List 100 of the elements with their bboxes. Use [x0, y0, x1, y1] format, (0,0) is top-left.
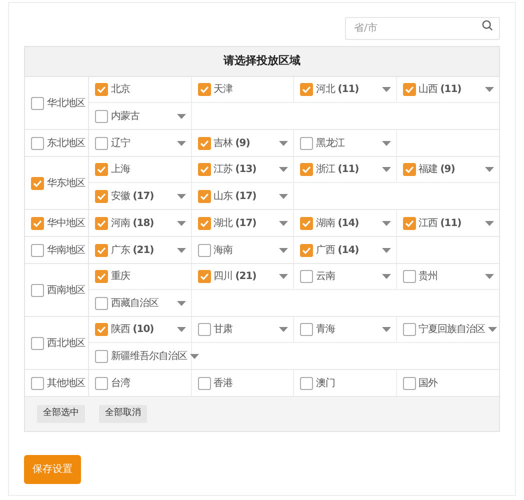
- province-label: 海南: [214, 244, 234, 258]
- region-label: 华南地区: [47, 244, 85, 258]
- province-label: 江西 (11): [418, 216, 462, 230]
- caret-icon[interactable]: [382, 248, 390, 252]
- caret-icon[interactable]: [382, 167, 390, 172]
- checkbox[interactable]: [31, 244, 44, 256]
- checkbox[interactable]: [402, 376, 416, 390]
- checkbox[interactable]: [402, 270, 416, 283]
- province-label: 内蒙古: [111, 110, 141, 124]
- caret-icon[interactable]: [190, 354, 199, 358]
- caret-icon[interactable]: [382, 87, 390, 92]
- region-label: 其他地区: [47, 376, 85, 390]
- checkbox[interactable]: [31, 376, 44, 390]
- caret-icon[interactable]: [176, 327, 186, 332]
- checkbox[interactable]: [300, 216, 313, 230]
- province-label: 安徽 (17): [111, 190, 155, 204]
- caret-icon[interactable]: [279, 194, 288, 198]
- checkbox[interactable]: [31, 136, 44, 150]
- select-button[interactable]: 全部取消: [99, 405, 147, 423]
- checkbox[interactable]: [402, 163, 416, 176]
- checkbox[interactable]: [300, 376, 313, 390]
- caret-icon[interactable]: [382, 140, 390, 146]
- caret-icon[interactable]: [176, 300, 186, 306]
- checkbox[interactable]: [198, 244, 210, 256]
- checkbox[interactable]: [300, 270, 313, 283]
- checkbox[interactable]: [402, 83, 416, 96]
- caret-icon[interactable]: [279, 274, 288, 279]
- checkbox[interactable]: [31, 336, 44, 350]
- caret-icon[interactable]: [485, 87, 494, 92]
- caret-icon[interactable]: [176, 114, 186, 118]
- caret-icon[interactable]: [485, 220, 494, 226]
- region-label: 华东地区: [47, 176, 85, 190]
- search-field[interactable]: 省/市: [345, 17, 500, 40]
- caret-icon[interactable]: [279, 167, 288, 172]
- checkbox[interactable]: [95, 244, 108, 256]
- province-label: 黑龙江: [316, 136, 346, 150]
- province-label: 广西 (14): [316, 244, 360, 258]
- caret-icon[interactable]: [176, 248, 186, 252]
- checkbox[interactable]: [95, 136, 108, 150]
- checkbox[interactable]: [198, 270, 210, 283]
- search-icon[interactable]: [482, 20, 493, 31]
- select-button[interactable]: 全部选中: [37, 405, 85, 423]
- checkbox[interactable]: [31, 96, 44, 110]
- checkbox[interactable]: [198, 216, 210, 230]
- caret-icon[interactable]: [279, 327, 288, 332]
- province-label: 吉林 (9): [214, 136, 251, 150]
- province-label: 浙江 (11): [316, 162, 360, 177]
- checkbox[interactable]: [300, 323, 313, 336]
- checkbox[interactable]: [95, 270, 108, 283]
- checkbox[interactable]: [95, 163, 108, 176]
- caret-icon[interactable]: [382, 220, 390, 226]
- province-label: 四川 (21): [214, 270, 258, 284]
- checkbox[interactable]: [198, 376, 210, 390]
- checkbox[interactable]: [300, 163, 313, 176]
- checkbox[interactable]: [198, 190, 210, 202]
- province-label: 湖南 (14): [316, 216, 360, 230]
- checkbox[interactable]: [402, 323, 416, 336]
- caret-icon[interactable]: [485, 167, 494, 172]
- checkbox[interactable]: [95, 323, 108, 336]
- checkbox[interactable]: [31, 176, 44, 190]
- checkbox[interactable]: [402, 216, 416, 230]
- province-label: 青海: [316, 322, 336, 337]
- caret-icon[interactable]: [176, 194, 186, 198]
- checkbox[interactable]: [31, 216, 44, 230]
- checkbox[interactable]: [95, 350, 108, 362]
- province-label: 国外: [418, 376, 439, 390]
- province-label: 香港: [214, 376, 234, 390]
- checkbox[interactable]: [198, 136, 210, 150]
- checkbox[interactable]: [198, 323, 210, 336]
- caret-icon[interactable]: [485, 274, 494, 279]
- province-label: 云南: [316, 270, 336, 284]
- province-label: 贵州: [418, 270, 438, 284]
- province-label: 北京: [111, 82, 131, 97]
- region-label: 东北地区: [47, 136, 85, 150]
- checkbox[interactable]: [300, 244, 313, 256]
- caret-icon[interactable]: [176, 140, 186, 146]
- caret-icon[interactable]: [279, 140, 288, 146]
- region-label: 西北地区: [47, 336, 85, 350]
- checkbox[interactable]: [198, 163, 210, 176]
- checkbox[interactable]: [300, 136, 313, 150]
- caret-icon[interactable]: [488, 327, 497, 332]
- province-label: 辽宁: [111, 136, 131, 150]
- caret-icon[interactable]: [279, 248, 288, 252]
- checkbox[interactable]: [95, 110, 108, 122]
- checkbox[interactable]: [95, 83, 108, 96]
- checkbox[interactable]: [95, 190, 108, 202]
- province-label: 澳门: [316, 376, 336, 390]
- province-label: 广东 (21): [111, 244, 155, 258]
- checkbox[interactable]: [95, 216, 108, 230]
- caret-icon[interactable]: [382, 327, 390, 332]
- checkbox[interactable]: [31, 284, 44, 296]
- checkbox[interactable]: [95, 376, 108, 390]
- province-label: 上海: [111, 162, 132, 177]
- region-label: 华北地区: [47, 96, 85, 110]
- caret-icon[interactable]: [382, 274, 390, 279]
- checkbox[interactable]: [95, 296, 108, 310]
- caret-icon[interactable]: [176, 220, 186, 226]
- caret-icon[interactable]: [279, 220, 288, 226]
- checkbox[interactable]: [300, 83, 313, 96]
- checkbox[interactable]: [198, 83, 210, 96]
